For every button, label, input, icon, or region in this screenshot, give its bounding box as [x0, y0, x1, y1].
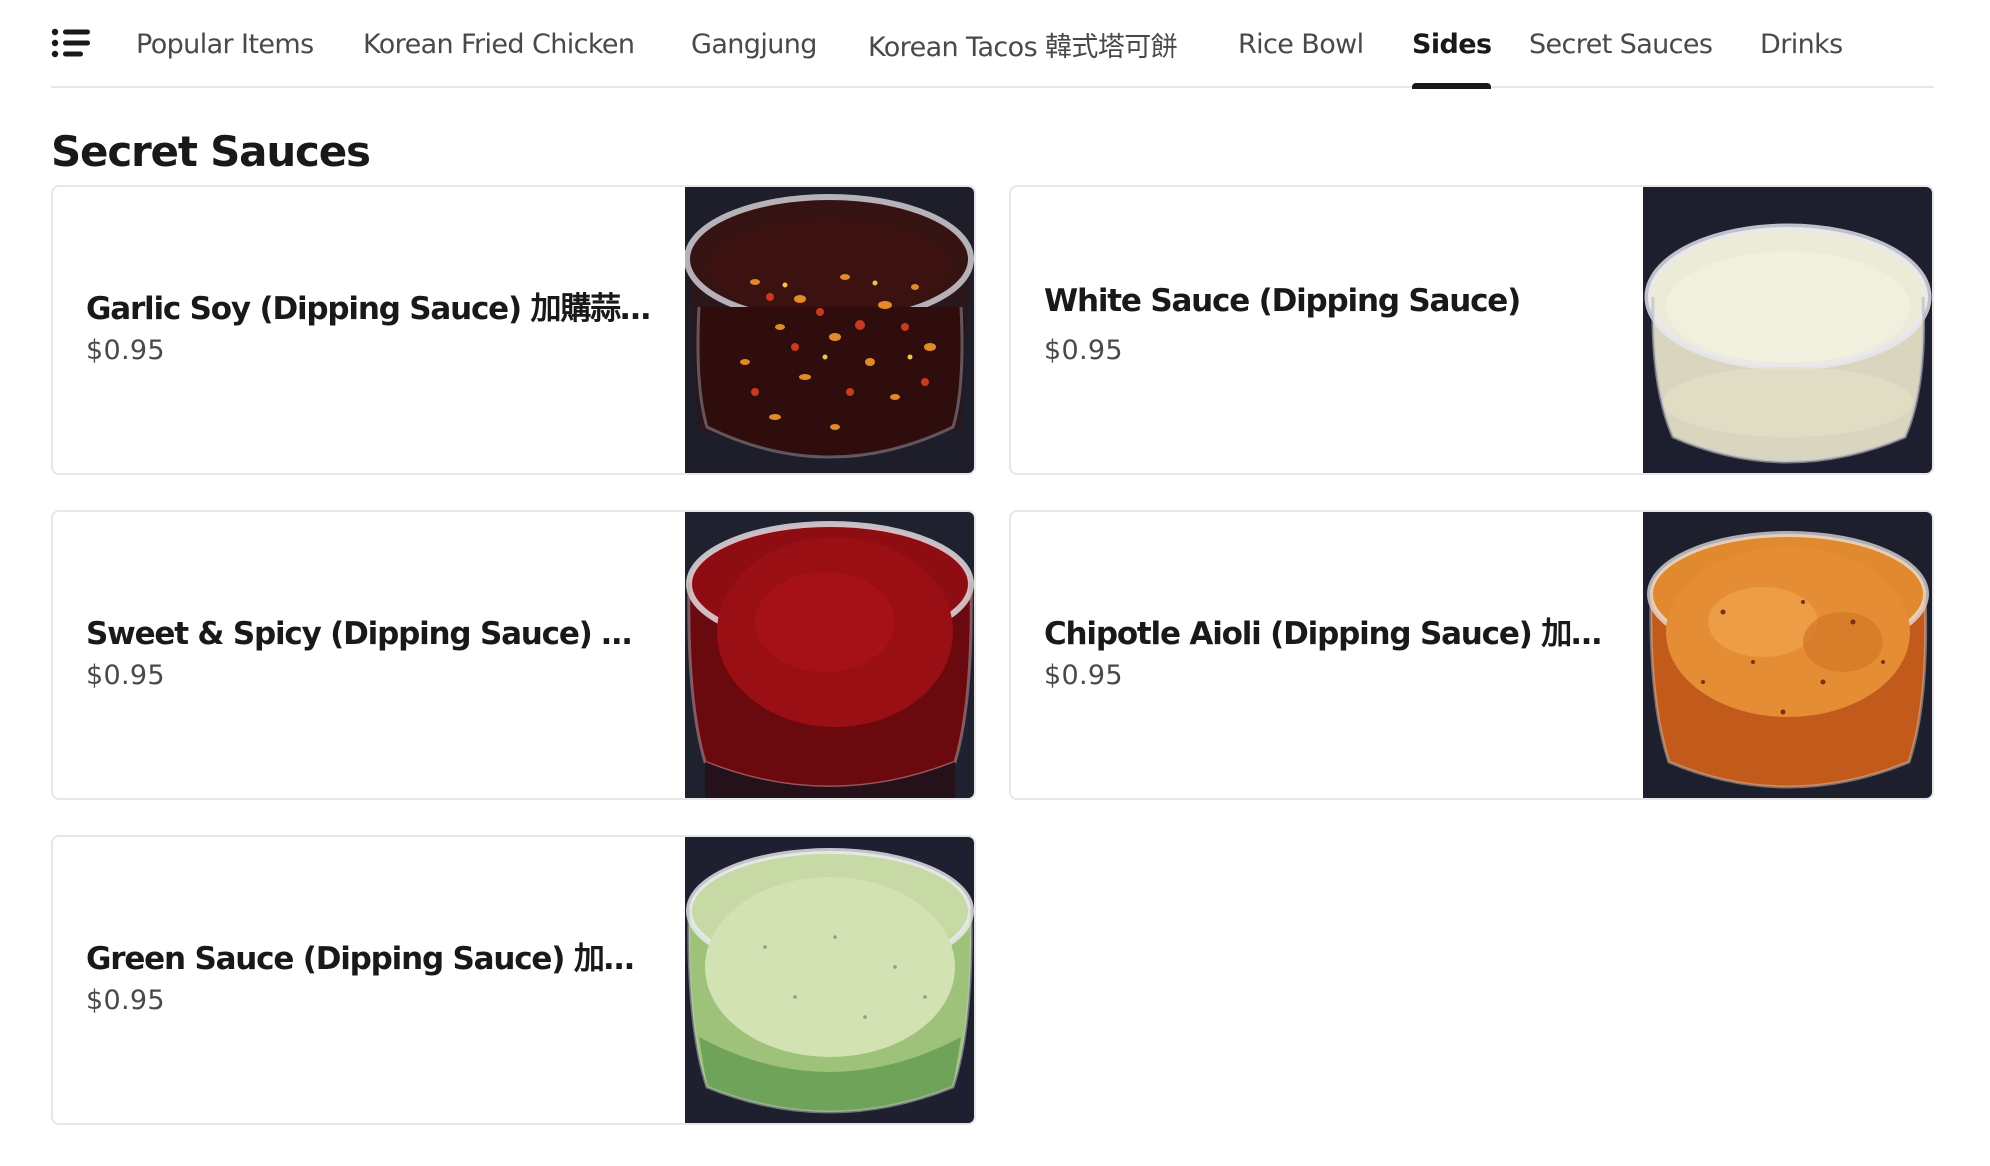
- menu-item-card[interactable]: Chipotle Aioli (Dipping Sauce) 加購橘醬 $0.9…: [1009, 510, 1934, 800]
- white-sauce-image: [1643, 187, 1932, 473]
- tab-rice-bowl[interactable]: Rice Bowl: [1238, 0, 1364, 88]
- tab-secret-sauces[interactable]: Secret Sauces: [1529, 0, 1713, 88]
- tab-label: Gangjung: [691, 28, 817, 60]
- menu-item-card[interactable]: Green Sauce (Dipping Sauce) 加購綠醬 $0.95: [51, 835, 976, 1125]
- tab-label: Korean Tacos 韓式塔可餅: [868, 31, 1178, 63]
- store-menu-page: Popular Items Korean Fried Chicken Gangj…: [0, 0, 1990, 1166]
- tab-korean-fried-chicken[interactable]: Korean Fried Chicken: [363, 0, 635, 88]
- item-price: $0.95: [1044, 335, 1123, 366]
- tab-label: Sides: [1412, 28, 1492, 60]
- item-name: Sweet & Spicy (Dipping Sauce) 加購甜…: [86, 616, 656, 652]
- menu-item-card[interactable]: Sweet & Spicy (Dipping Sauce) 加購甜… $0.95: [51, 510, 976, 800]
- menu-item-card[interactable]: White Sauce (Dipping Sauce) $0.95: [1009, 185, 1934, 475]
- tab-gangjung[interactable]: Gangjung: [691, 0, 817, 88]
- tab-drinks[interactable]: Drinks: [1760, 0, 1843, 88]
- item-price: $0.95: [86, 335, 165, 366]
- item-name: White Sauce (Dipping Sauce): [1044, 283, 1521, 319]
- tab-label: Secret Sauces: [1529, 28, 1713, 60]
- garlic-soy-sauce-image: [685, 187, 974, 473]
- green-sauce-image: [685, 837, 974, 1123]
- tab-label: Drinks: [1760, 28, 1843, 60]
- tab-label: Korean Fried Chicken: [363, 28, 635, 60]
- category-nav: Popular Items Korean Fried Chicken Gangj…: [51, 0, 1934, 89]
- menu-item-card[interactable]: Garlic Soy (Dipping Sauce) 加購蒜蓉醬 $0.95: [51, 185, 976, 475]
- tab-korean-tacos[interactable]: Korean Tacos 韓式塔可餅: [868, 0, 1178, 88]
- chipotle-aioli-image: [1643, 512, 1932, 798]
- item-name: Garlic Soy (Dipping Sauce) 加購蒜蓉醬: [86, 291, 656, 327]
- item-name: Chipotle Aioli (Dipping Sauce) 加購橘醬: [1044, 616, 1614, 652]
- item-price: $0.95: [86, 985, 165, 1016]
- item-name: Green Sauce (Dipping Sauce) 加購綠醬: [86, 941, 656, 977]
- active-tab-indicator: [1412, 83, 1492, 89]
- item-price: $0.95: [1044, 660, 1123, 691]
- sweet-spicy-sauce-image: [685, 512, 974, 798]
- section-title: Secret Sauces: [51, 127, 371, 176]
- tab-popular-items[interactable]: Popular Items: [136, 0, 314, 88]
- item-price: $0.95: [86, 660, 165, 691]
- tab-label: Rice Bowl: [1238, 28, 1364, 60]
- tab-label: Popular Items: [136, 28, 314, 60]
- list-menu-icon[interactable]: [51, 28, 91, 58]
- tab-sides[interactable]: Sides: [1412, 0, 1492, 89]
